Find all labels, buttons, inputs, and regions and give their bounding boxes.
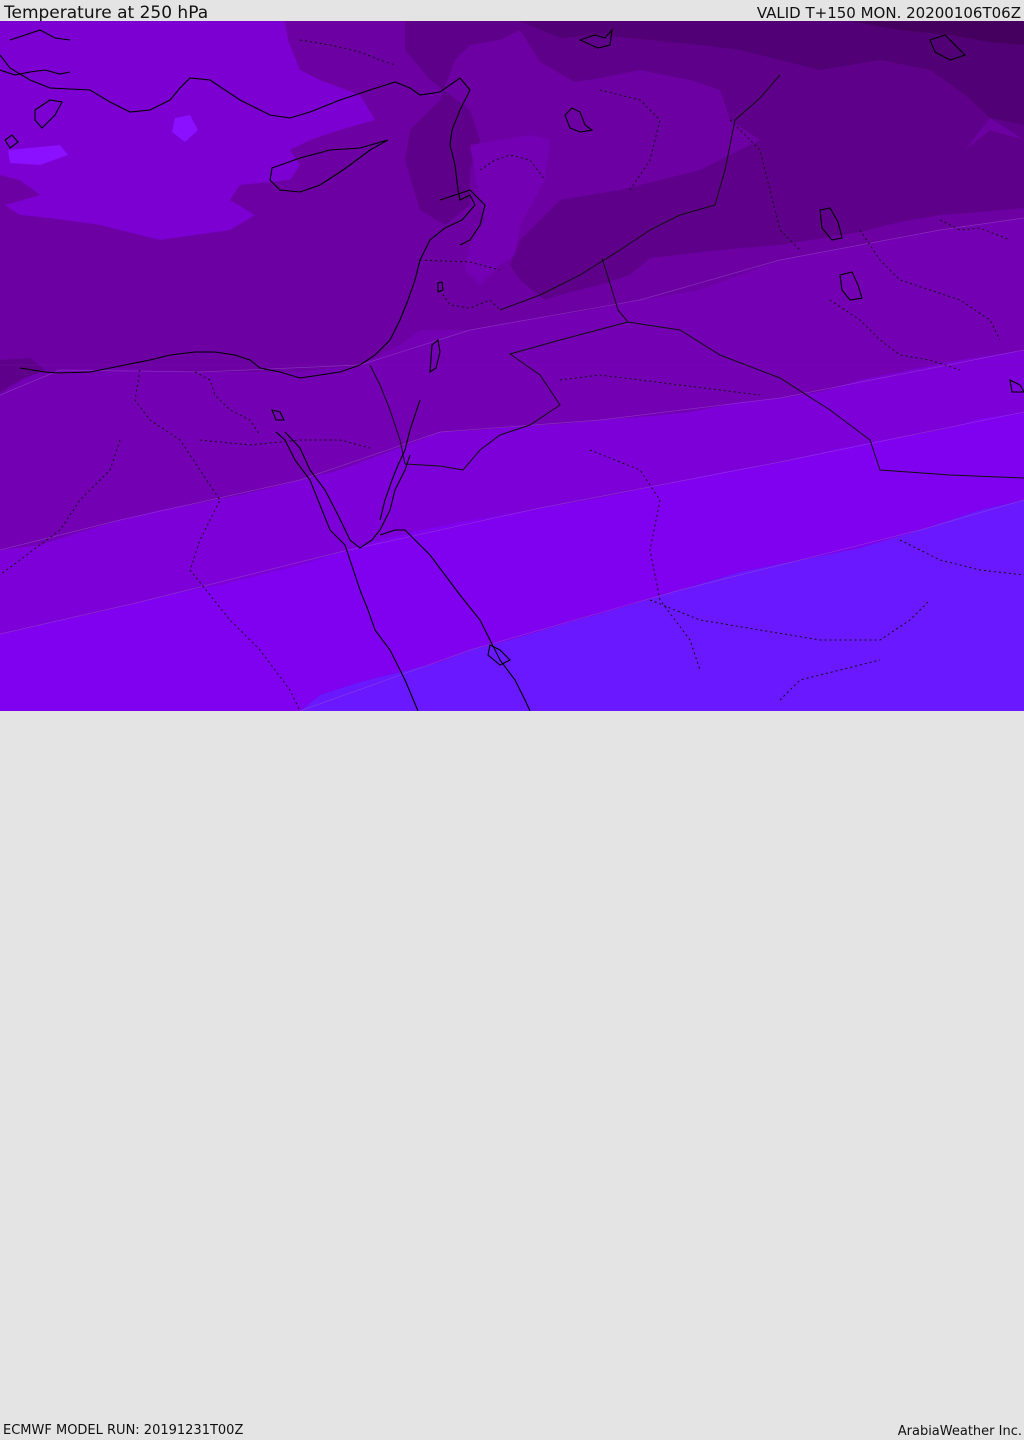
valid-time: VALID T+150 MON. 20200106T06Z (756, 4, 1021, 22)
map-canvas (0, 21, 1024, 711)
footer-bar: ECMWF MODEL RUN: 20191231T00Z ArabiaWeat… (0, 711, 1024, 1439)
header-bar: Temperature at 250 hPa VALID T+150 MON. … (0, 0, 1024, 23)
map-title: Temperature at 250 hPa (4, 3, 209, 23)
credit: ArabiaWeather Inc. (897, 1424, 1022, 1439)
temperature-map[interactable] (0, 21, 1024, 711)
model-run: ECMWF MODEL RUN: 20191231T00Z (3, 1423, 244, 1438)
